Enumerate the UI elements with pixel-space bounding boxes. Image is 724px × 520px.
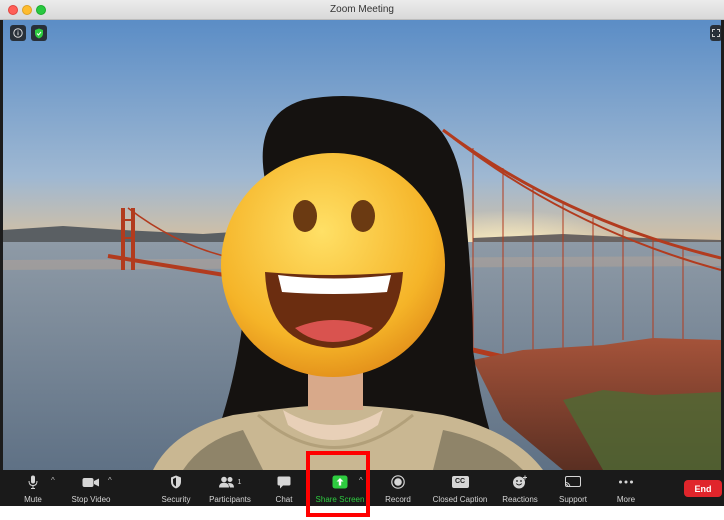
video-feed [3,20,721,470]
closed-caption-button[interactable]: CC Closed Caption [430,470,490,506]
chat-bubble-icon [277,476,291,488]
shield-icon [35,28,43,38]
support-icon [565,475,581,487]
encryption-status-button[interactable] [31,25,47,41]
video-options-caret[interactable]: ^ [108,476,112,485]
video-camera-icon [82,477,99,487]
security-button[interactable]: Security [157,470,195,506]
end-meeting-button[interactable]: End [684,480,722,497]
title-bar: Zoom Meeting [0,0,724,20]
microphone-icon [28,475,38,489]
chat-label: Chat [275,495,293,504]
mute-button[interactable]: Mute [20,470,46,506]
share-screen-label: Share Screen [315,495,365,504]
record-button[interactable]: Record [383,470,413,506]
support-label: Support [558,495,588,504]
participants-button[interactable]: 1 Participants [206,470,254,506]
meeting-info-button[interactable] [10,25,26,41]
mute-label: Mute [24,495,42,504]
reactions-label: Reactions [502,495,538,504]
share-options-caret[interactable]: ^ [359,476,363,485]
reactions-icon [513,475,527,489]
zoom-window: Zoom Meeting Mute ^ Stop Video ^ Securit… [0,0,724,506]
security-shield-icon [171,475,181,489]
closed-caption-label: Closed Caption [432,495,488,504]
record-label: Record [385,495,411,504]
audio-options-caret[interactable]: ^ [51,476,55,485]
stop-video-label: Stop Video [71,495,111,504]
fullscreen-button[interactable] [710,25,722,41]
closed-caption-icon: CC [451,476,469,488]
meeting-controls-toolbar: Mute ^ Stop Video ^ Security 1 Participa… [0,470,724,506]
participants-count: 1 [237,478,242,486]
support-button[interactable]: Support [556,470,590,506]
more-button[interactable]: More [612,470,640,506]
window-title: Zoom Meeting [330,4,394,15]
security-label: Security [161,495,191,504]
more-dots-icon [619,480,633,484]
chat-button[interactable]: Chat [270,470,298,506]
participants-label: Participants [209,495,251,504]
fullscreen-icon [712,29,720,37]
more-label: More [616,495,636,504]
virtual-background [3,20,721,470]
info-icon [13,28,23,38]
participants-icon [218,476,234,488]
reactions-button[interactable]: Reactions [500,470,540,506]
record-icon [391,475,405,489]
share-screen-icon [332,475,348,489]
